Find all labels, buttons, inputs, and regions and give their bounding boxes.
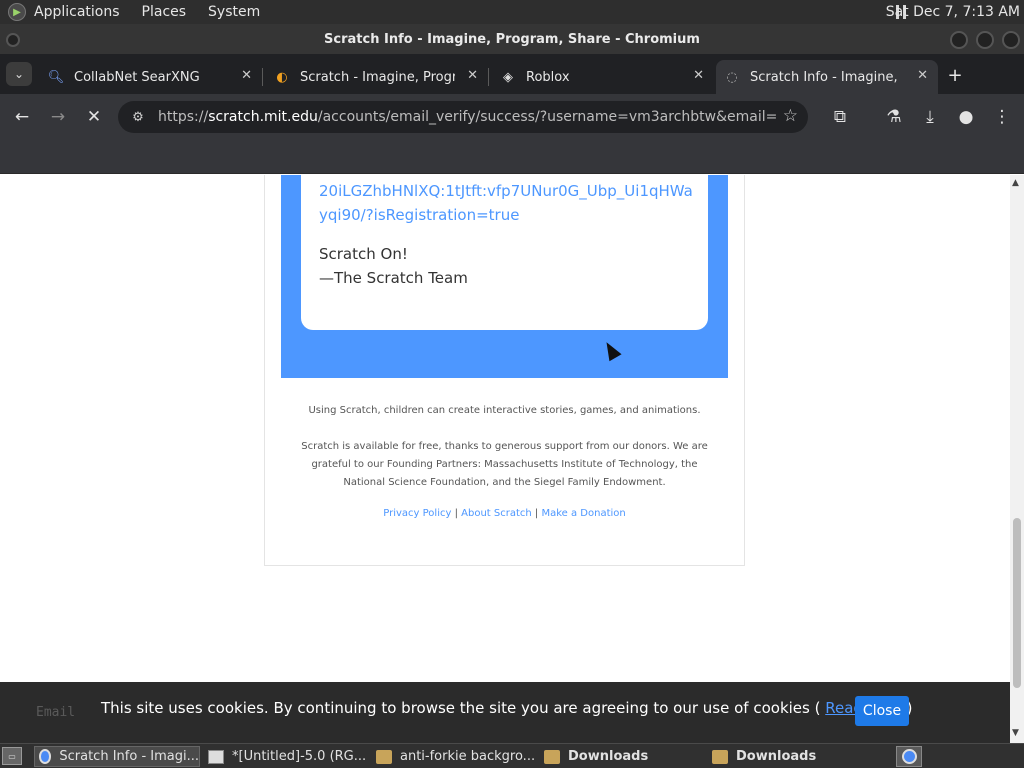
- cookie-close-button[interactable]: Close: [855, 696, 909, 726]
- window-close-button[interactable]: [1002, 31, 1020, 49]
- tab-separator: [262, 68, 263, 86]
- page-content: 20iLGZhbHNlXQ:1tJtft:vfp7UNur0G_Ubp_Ui1q…: [0, 175, 1010, 682]
- show-desktop-icon[interactable]: ▭: [2, 747, 22, 765]
- footer-donors-text: Scratch is available for free, thanks to…: [301, 441, 708, 488]
- tab-close-icon[interactable]: ✕: [693, 68, 704, 83]
- folder-icon: [544, 749, 560, 764]
- footer-description: Using Scratch, children can create inter…: [308, 405, 701, 416]
- task-downloads-1[interactable]: Downloads: [540, 746, 706, 767]
- task-downloads-2[interactable]: Downloads: [708, 746, 874, 767]
- tab-label: Scratch Info - Imagine, Pro: [750, 69, 900, 85]
- obscured-email-label: Email: [36, 705, 76, 720]
- task-chromium[interactable]: Scratch Info - Imagi...: [34, 746, 200, 767]
- site-info-icon[interactable]: ⚙: [118, 110, 158, 125]
- make-donation-link[interactable]: Make a Donation: [541, 508, 625, 519]
- url-host: scratch.mit.edu: [208, 109, 318, 125]
- task-label: anti-forkie backgro...: [400, 749, 536, 764]
- menu-kebab-icon[interactable]: ⋮: [990, 105, 1014, 129]
- about-scratch-link[interactable]: About Scratch: [461, 508, 532, 519]
- cookie-message: This site uses cookies. By continuing to…: [101, 699, 912, 717]
- tray-chromium-icon[interactable]: [896, 746, 922, 767]
- minimize-button[interactable]: [950, 31, 968, 49]
- email-signoff: Scratch On! —The Scratch Team: [319, 242, 468, 290]
- verify-link[interactable]: 20iLGZhbHNlXQ:1tJtft:vfp7UNur0G_Ubp_Ui1q…: [319, 179, 699, 227]
- window-menu-button[interactable]: [6, 33, 20, 47]
- image-editor-icon: [208, 749, 224, 764]
- url-path: /accounts/email_verify/success/?username…: [317, 109, 778, 125]
- places-menu[interactable]: Places: [142, 4, 187, 20]
- task-label: Downloads: [736, 749, 817, 764]
- url-scheme: https://: [158, 109, 209, 125]
- tab-scratch-info[interactable]: ◌ Scratch Info - Imagine, Pro ✕: [716, 60, 938, 94]
- cookie-banner: Email ete This site uses cookies. By con…: [0, 682, 1010, 743]
- signoff-line-1: Scratch On!: [319, 245, 408, 263]
- labs-flask-icon[interactable]: ⚗: [882, 105, 906, 129]
- system-menu[interactable]: System: [208, 4, 260, 20]
- tab-search-button[interactable]: ⌄: [6, 62, 32, 86]
- cookie-text-main: This site uses cookies. By continuing to…: [101, 699, 821, 717]
- tab-close-icon[interactable]: ✕: [917, 68, 928, 83]
- url-text[interactable]: https://scratch.mit.edu/accounts/email_v…: [158, 109, 778, 125]
- profile-icon[interactable]: ●: [954, 105, 978, 129]
- scratch-icon: ◐: [276, 69, 288, 85]
- search-icon: 🔍︎: [47, 69, 65, 85]
- task-label: Scratch Info - Imagi...: [59, 749, 199, 764]
- window-title-bar: Scratch Info - Imagine, Program, Share -…: [0, 24, 1024, 54]
- tab-close-icon[interactable]: ✕: [241, 68, 252, 83]
- tab-label: Roblox: [526, 69, 570, 85]
- scroll-down-arrow-icon[interactable]: ▼: [1012, 728, 1019, 738]
- scrollbar-thumb[interactable]: [1013, 518, 1021, 688]
- applications-menu[interactable]: Applications: [34, 4, 120, 20]
- tab-roblox[interactable]: ◈ Roblox ✕: [492, 60, 714, 94]
- privacy-policy-link[interactable]: Privacy Policy: [383, 508, 451, 519]
- extensions-icon[interactable]: ⧉: [828, 105, 852, 129]
- task-label: Downloads: [568, 749, 649, 764]
- task-label: *[Untitled]-5.0 (RG...: [232, 749, 367, 764]
- task-folder-anti-forkie[interactable]: anti-forkie backgro...: [372, 746, 538, 767]
- new-tab-button[interactable]: +: [944, 64, 966, 86]
- tab-separator: [488, 68, 489, 86]
- browser-toolbar: ← → ✕ ⚙ https://scratch.mit.edu/accounts…: [0, 94, 1024, 140]
- system-clock[interactable]: Sat Dec 7, 7:13 AM: [886, 4, 1020, 20]
- applications-menu-icon[interactable]: ▶: [8, 3, 26, 21]
- bookmark-star-icon[interactable]: ☆: [783, 106, 798, 126]
- roblox-icon: ◈: [503, 69, 513, 85]
- maximize-button[interactable]: [976, 31, 994, 49]
- tab-close-icon[interactable]: ✕: [467, 68, 478, 83]
- back-arrow-icon[interactable]: ←: [10, 105, 34, 129]
- forward-arrow-icon[interactable]: →: [46, 105, 70, 129]
- tab-strip: ⌄ 🔍︎ CollabNet SearXNG ✕ ◐ Scratch - Ima…: [0, 54, 1024, 94]
- folder-icon: [712, 749, 728, 764]
- download-icon[interactable]: ⤓: [918, 105, 942, 129]
- chromium-icon: [39, 749, 52, 764]
- tab-label: Scratch - Imagine, Program: [300, 69, 455, 85]
- tab-scratch-imagine[interactable]: ◐ Scratch - Imagine, Program ✕: [266, 60, 488, 94]
- page-scrollbar[interactable]: ▲ ▼: [1010, 175, 1024, 743]
- tab-collabnet-searxng[interactable]: 🔍︎ CollabNet SearXNG ✕: [40, 60, 262, 94]
- scroll-up-arrow-icon[interactable]: ▲: [1012, 178, 1019, 188]
- task-image-editor[interactable]: *[Untitled]-5.0 (RG...: [204, 746, 370, 767]
- bookmarks-bar: [0, 140, 1024, 174]
- folder-icon: [376, 749, 392, 764]
- taskbar: ▭ Scratch Info - Imagi... *[Untitled]-5.…: [0, 743, 1024, 768]
- address-bar[interactable]: ⚙ https://scratch.mit.edu/accounts/email…: [118, 101, 808, 133]
- signoff-line-2: —The Scratch Team: [319, 269, 468, 287]
- footer-links: Privacy Policy | About Scratch | Make a …: [383, 508, 626, 519]
- system-top-panel: ▶ Applications Places System Sat Dec 7, …: [0, 0, 1024, 24]
- window-title: Scratch Info - Imagine, Program, Share -…: [324, 31, 700, 47]
- loading-icon: ◌: [726, 69, 738, 85]
- stop-loading-icon[interactable]: ✕: [82, 105, 106, 129]
- tab-label: CollabNet SearXNG: [74, 69, 200, 85]
